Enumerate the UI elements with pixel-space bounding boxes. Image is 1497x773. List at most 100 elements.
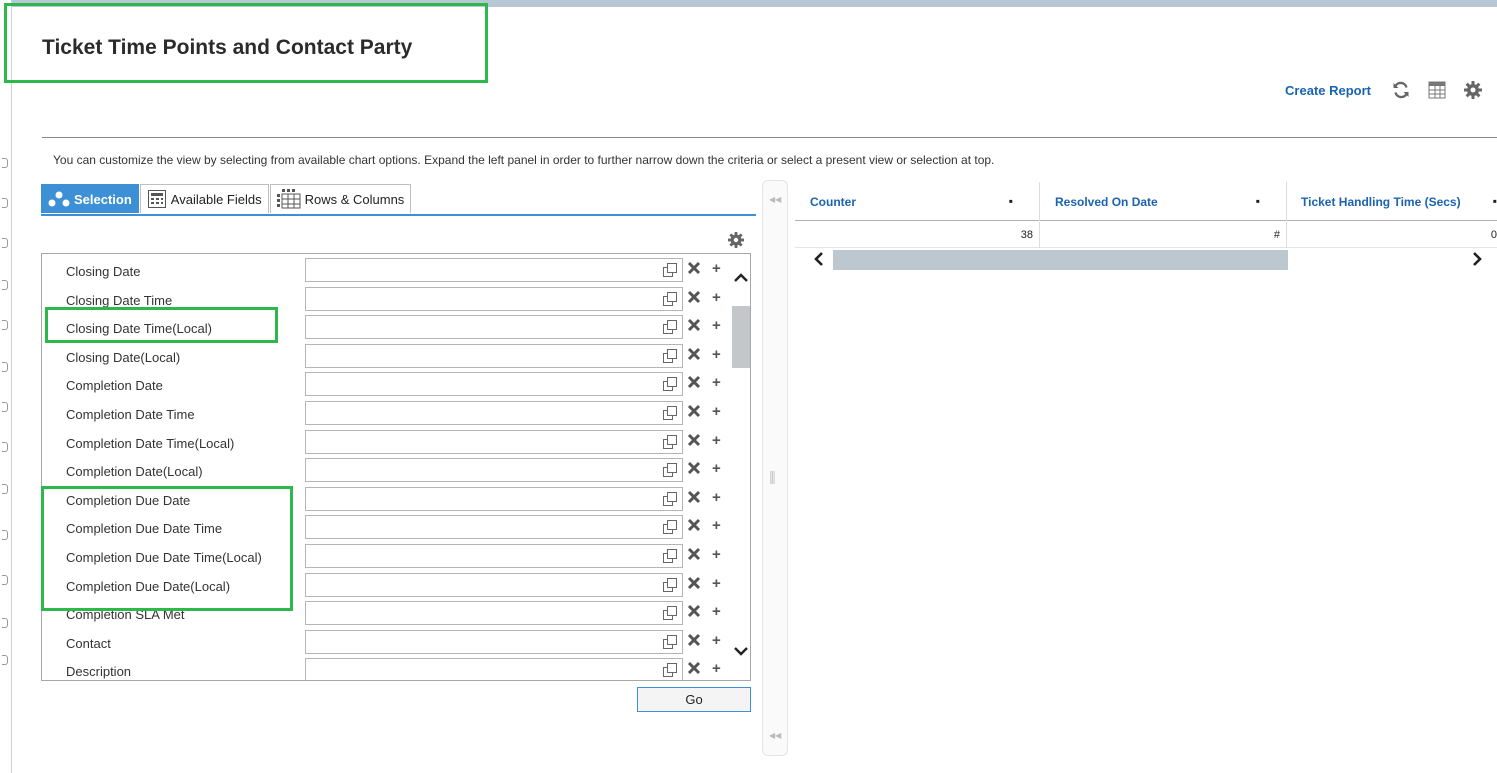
nav-marker[interactable] <box>2 158 8 168</box>
clear-icon[interactable] <box>687 576 701 595</box>
clear-icon[interactable] <box>687 518 701 537</box>
field-value-input[interactable] <box>305 315 683 340</box>
clear-icon[interactable] <box>687 547 701 566</box>
add-icon[interactable]: + <box>712 604 721 620</box>
add-icon[interactable]: + <box>712 489 721 506</box>
gear-icon[interactable] <box>1461 78 1485 102</box>
collapse-left-icon[interactable]: ◀◀ <box>769 195 781 204</box>
tab-available-fields[interactable]: Available Fields <box>139 184 269 213</box>
column-header-ticket-handling-time[interactable]: Ticket Handling Time (Secs) ▪ <box>1287 182 1497 221</box>
column-header-resolved-on-date[interactable]: Resolved On Date ▪ <box>1040 182 1287 221</box>
expand-icon[interactable] <box>662 291 678 312</box>
field-value-input[interactable] <box>305 429 683 455</box>
expand-icon[interactable] <box>662 376 678 397</box>
field-value-input[interactable] <box>305 343 683 369</box>
table-view-icon[interactable] <box>1425 78 1449 102</box>
add-icon[interactable]: + <box>712 432 721 449</box>
scroll-right-arrow-icon[interactable] <box>1471 251 1483 272</box>
field-value-input[interactable] <box>305 629 683 655</box>
gear-icon[interactable] <box>726 230 746 255</box>
nav-marker[interactable] <box>2 402 8 412</box>
field-value-input[interactable] <box>305 515 683 540</box>
expand-icon[interactable] <box>662 462 678 483</box>
expand-icon[interactable] <box>662 662 678 680</box>
field-value-input[interactable] <box>305 658 683 680</box>
tab-rows-columns[interactable]: Rows & Columns <box>269 184 412 213</box>
scroll-up-arrow-icon[interactable] <box>733 270 749 288</box>
nav-marker[interactable] <box>2 320 8 330</box>
field-value-input[interactable] <box>305 401 683 425</box>
column-menu-marker[interactable]: ▪ <box>1256 194 1260 208</box>
add-icon[interactable]: + <box>712 289 721 306</box>
column-header-counter[interactable]: Counter ▪ <box>795 182 1040 221</box>
collapsed-left-nav[interactable] <box>0 0 12 773</box>
add-icon[interactable]: + <box>712 346 721 363</box>
nav-marker[interactable] <box>2 530 8 540</box>
expand-icon[interactable] <box>662 605 678 626</box>
panel-splitter[interactable]: ◀◀ ||| ◀◀ <box>762 180 788 756</box>
expand-icon[interactable] <box>662 491 678 512</box>
clear-icon[interactable] <box>687 604 701 623</box>
create-report-link[interactable]: Create Report <box>1285 83 1371 98</box>
add-icon[interactable]: + <box>712 518 721 534</box>
clear-icon[interactable] <box>687 375 701 394</box>
column-menu-marker[interactable]: ▪ <box>1009 194 1013 208</box>
expand-icon[interactable] <box>662 262 678 283</box>
tab-selection[interactable]: Selection <box>41 184 139 213</box>
nav-marker[interactable] <box>2 618 8 628</box>
add-icon[interactable]: + <box>712 261 721 277</box>
expand-icon[interactable] <box>662 577 678 598</box>
expand-icon[interactable] <box>662 519 678 540</box>
field-value-input[interactable] <box>305 544 683 568</box>
table-row[interactable]: 38 # 0 <box>795 222 1497 248</box>
field-value-input[interactable] <box>305 486 683 512</box>
column-menu-marker[interactable]: ▪ <box>1493 194 1497 208</box>
clear-icon[interactable] <box>687 661 701 680</box>
field-value-input[interactable] <box>305 601 683 626</box>
add-icon[interactable]: + <box>712 375 721 391</box>
clear-icon[interactable] <box>687 433 701 452</box>
clear-icon[interactable] <box>687 461 701 480</box>
add-icon[interactable]: + <box>712 318 721 334</box>
expand-icon[interactable] <box>662 434 678 455</box>
expand-icon[interactable] <box>662 319 678 340</box>
add-icon[interactable]: + <box>712 632 721 649</box>
expand-icon[interactable] <box>662 634 678 655</box>
nav-marker[interactable] <box>2 484 8 494</box>
expand-icon[interactable] <box>662 405 678 426</box>
expand-icon[interactable] <box>662 548 678 569</box>
add-icon[interactable]: + <box>712 575 721 592</box>
scroll-down-arrow-icon[interactable] <box>733 645 749 663</box>
selection-fields-panel[interactable]: Closing Date + Closing Date Time + Closing D… <box>41 253 751 681</box>
drag-handle-icon[interactable]: ||| <box>769 468 776 484</box>
refresh-icon[interactable] <box>1389 78 1413 102</box>
clear-icon[interactable] <box>687 290 701 309</box>
clear-icon[interactable] <box>687 261 701 280</box>
horizontal-scrollbar-thumb[interactable] <box>833 250 1288 270</box>
clear-icon[interactable] <box>687 318 701 337</box>
clear-icon[interactable] <box>687 633 701 652</box>
nav-marker[interactable] <box>2 362 8 372</box>
add-icon[interactable]: + <box>712 404 721 420</box>
field-value-input[interactable] <box>305 372 683 397</box>
clear-icon[interactable] <box>687 347 701 366</box>
add-icon[interactable]: + <box>712 547 721 563</box>
vertical-scrollbar-thumb[interactable] <box>732 306 750 368</box>
nav-marker[interactable] <box>2 280 8 290</box>
field-value-input[interactable] <box>305 258 683 282</box>
scroll-left-arrow-icon[interactable] <box>813 251 825 272</box>
go-button[interactable]: Go <box>637 687 751 712</box>
nav-marker[interactable] <box>2 198 8 208</box>
nav-marker[interactable] <box>2 655 8 665</box>
field-value-input[interactable] <box>305 572 683 598</box>
clear-icon[interactable] <box>687 490 701 509</box>
expand-icon[interactable] <box>662 348 678 369</box>
field-value-input[interactable] <box>305 458 683 483</box>
nav-marker[interactable] <box>2 575 8 585</box>
add-icon[interactable]: + <box>712 461 721 477</box>
horizontal-scrollbar[interactable] <box>795 249 1497 272</box>
add-icon[interactable]: + <box>712 661 721 677</box>
nav-marker[interactable] <box>2 238 8 248</box>
clear-icon[interactable] <box>687 404 701 423</box>
collapse-left-icon[interactable]: ◀◀ <box>769 731 781 740</box>
